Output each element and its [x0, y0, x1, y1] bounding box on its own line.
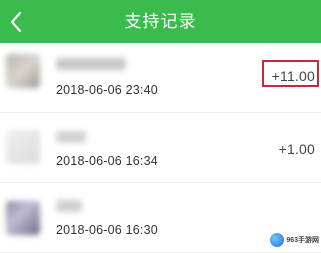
- watermark-text: 963手游网: [286, 237, 319, 244]
- user-name-blurred: [56, 200, 82, 212]
- user-name-blurred: [56, 58, 126, 70]
- avatar: [6, 54, 40, 88]
- record-amount: +1.00: [278, 141, 315, 157]
- list-item[interactable]: 2018-06-06 16:34 +1.00: [0, 113, 321, 183]
- highlight-box: [262, 60, 319, 87]
- user-name-blurred: [56, 131, 86, 143]
- watermark-logo-icon: [270, 233, 285, 247]
- page-title: 支持记录: [124, 12, 197, 31]
- watermark: 963手游网: [270, 232, 319, 248]
- avatar: [6, 130, 40, 164]
- list-item[interactable]: 2018-06-06 23:40 +11.00: [0, 43, 321, 113]
- nav-bar: 支持记录: [0, 0, 321, 43]
- record-time: 2018-06-06 16:34: [56, 154, 158, 168]
- record-time: 2018-06-06 23:40: [56, 83, 158, 97]
- record-list: 2018-06-06 23:40 +11.00 2018-06-06 16:34…: [0, 43, 321, 253]
- record-time: 2018-06-06 16:30: [56, 223, 158, 237]
- avatar: [6, 201, 40, 235]
